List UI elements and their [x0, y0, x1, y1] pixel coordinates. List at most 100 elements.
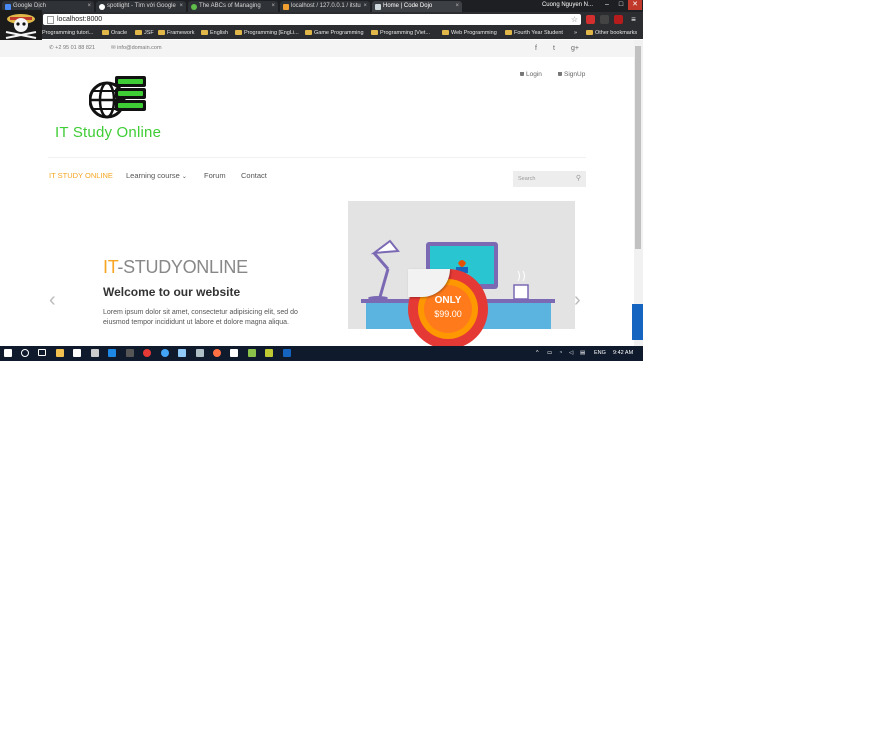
word-icon[interactable]: [283, 349, 291, 357]
bookmark-star-icon[interactable]: ☆: [571, 14, 578, 25]
close-tab-icon[interactable]: ×: [179, 1, 183, 12]
tab-label: Google Dịch: [13, 3, 47, 9]
app-icon[interactable]: [265, 349, 273, 357]
slider-heading: Welcome to our website: [103, 285, 241, 299]
lock-icon: [520, 72, 524, 76]
windows-taskbar: ^ ▭ ◔ ◁ ▤ ENG 9:42 AM: [0, 346, 643, 361]
extension-icon[interactable]: [600, 15, 609, 24]
profile-name[interactable]: Cuong Nguyen N...: [542, 0, 593, 10]
address-bar[interactable]: localhost:8000 ☆: [43, 14, 581, 25]
tab-phpmyadmin[interactable]: localhost / 127.0.0.1 / itstu ×: [280, 1, 370, 12]
extension-icon[interactable]: [614, 15, 623, 24]
profile-avatar[interactable]: [0, 10, 42, 40]
bookmark-folder-programming-english[interactable]: Programming [EngLi...: [235, 28, 299, 39]
clock[interactable]: 9:42 AM: [613, 346, 633, 361]
chat-widget-button[interactable]: [632, 304, 643, 340]
brand-prefix: IT: [103, 257, 118, 277]
app-icon[interactable]: [143, 349, 151, 357]
nav-contact[interactable]: Contact: [241, 171, 267, 180]
twitter-icon[interactable]: t: [553, 40, 555, 57]
page-info-icon[interactable]: [47, 16, 54, 24]
envelope-icon: ✉: [111, 45, 116, 51]
bookmark-folder-framework[interactable]: Framework: [158, 28, 195, 39]
login-label: Login: [526, 71, 542, 78]
phone-info: ✆ +2 95 01 88 821: [49, 40, 95, 57]
page-scrollbar[interactable]: [634, 40, 643, 346]
network-icon[interactable]: ▭: [547, 346, 552, 361]
badge-price: $99.00: [434, 309, 462, 319]
file-explorer-icon[interactable]: [56, 349, 64, 357]
language-indicator[interactable]: ENG: [594, 346, 606, 361]
facebook-icon[interactable]: f: [535, 40, 537, 57]
app-icon[interactable]: [178, 349, 186, 357]
nav-home[interactable]: IT STUDY ONLINE: [49, 171, 113, 180]
bookmark-folder-fourth-year[interactable]: Fourth Year Student: [505, 28, 563, 39]
folder-icon: [505, 30, 512, 35]
bookmark-folder-jsf[interactable]: JSF: [135, 28, 154, 39]
search-icon[interactable]: [21, 349, 29, 357]
close-tab-icon[interactable]: ×: [455, 1, 459, 12]
search-icon[interactable]: ⚲: [576, 171, 581, 187]
bookmarks-overflow[interactable]: »: [574, 28, 577, 39]
app-icon[interactable]: [230, 349, 238, 357]
close-tab-icon[interactable]: ×: [363, 1, 367, 12]
tray-chevron-icon[interactable]: ^: [536, 346, 539, 361]
chevron-down-icon: ⌄: [181, 174, 187, 180]
notification-icon[interactable]: ▤: [580, 346, 585, 361]
site-logo[interactable]: [88, 76, 147, 120]
folder-icon: [201, 30, 208, 35]
logo-text[interactable]: IT Study Online: [55, 124, 161, 141]
bookmark-item[interactable]: Programming tutori...: [42, 28, 93, 39]
nav-forum[interactable]: Forum: [204, 171, 226, 180]
tab-home-code-dojo[interactable]: Home | Code Dojo ×: [372, 1, 462, 12]
lock-icon: [558, 72, 562, 76]
folder-icon: [371, 30, 378, 35]
site-icon: [191, 4, 197, 10]
close-window-button[interactable]: ✕: [628, 0, 642, 10]
bookmark-folder-other[interactable]: Other bookmarks: [586, 28, 637, 39]
adblock-icon[interactable]: [586, 15, 595, 24]
bookmark-label: English: [210, 30, 229, 36]
bookmark-folder-oracle[interactable]: Oracle: [102, 28, 127, 39]
tab-strip: Google Dịch × spotlight - Tìm với Google…: [0, 0, 643, 12]
slider-next-arrow[interactable]: ›: [574, 290, 581, 310]
tab-spotlight[interactable]: spotlight - Tìm với Google ×: [96, 1, 186, 12]
app-icon[interactable]: [196, 349, 204, 357]
site-topbar: ✆ +2 95 01 88 821 ✉ info@domain.com f t …: [0, 40, 634, 57]
bookmark-folder-web-programming[interactable]: Web Programming: [442, 28, 497, 39]
slider-prev-arrow[interactable]: ‹: [49, 290, 56, 310]
nav-learning-course[interactable]: Learning course ⌄: [126, 171, 187, 180]
bookmark-label: Fourth Year Student: [514, 30, 563, 36]
volume-icon[interactable]: ◁: [569, 346, 573, 361]
store-icon[interactable]: [73, 349, 81, 357]
bookmark-folder-programming-viet[interactable]: Programming [Viet...: [371, 28, 430, 39]
settings-icon[interactable]: [91, 349, 99, 357]
app-icon[interactable]: [126, 349, 134, 357]
task-view-icon[interactable]: [38, 349, 46, 356]
menu-icon[interactable]: ≡: [629, 15, 638, 24]
close-tab-icon[interactable]: ×: [87, 1, 91, 12]
windows-start-icon[interactable]: [4, 349, 12, 357]
tab-abcs[interactable]: The ABCs of Managing ×: [188, 1, 278, 12]
bookmark-label: Other bookmarks: [595, 30, 638, 36]
bookmark-folder-english[interactable]: English: [201, 28, 228, 39]
email-address[interactable]: info@domain.com: [117, 45, 161, 51]
app-icon[interactable]: [161, 349, 169, 357]
close-tab-icon[interactable]: ×: [271, 1, 275, 12]
google-plus-icon[interactable]: g+: [571, 40, 579, 57]
folder-icon: [305, 30, 312, 35]
edge-icon[interactable]: [108, 349, 116, 357]
minimize-button[interactable]: –: [600, 0, 614, 10]
maximize-button[interactable]: □: [614, 0, 628, 10]
bookmark-folder-game-programming[interactable]: Game Programming: [305, 28, 364, 39]
folder-icon: [442, 30, 449, 35]
signup-link[interactable]: SignUp: [558, 71, 585, 78]
login-link[interactable]: Login: [520, 71, 542, 78]
search-input[interactable]: Search ⚲: [513, 171, 586, 187]
bookmark-label: JSF: [144, 30, 154, 36]
app-icon[interactable]: [248, 349, 256, 357]
scrollbar-thumb[interactable]: [635, 46, 641, 249]
brand-rest: -STUDYONLINE: [117, 257, 248, 277]
firefox-icon[interactable]: [213, 349, 221, 357]
wifi-icon[interactable]: ◔: [559, 346, 562, 361]
